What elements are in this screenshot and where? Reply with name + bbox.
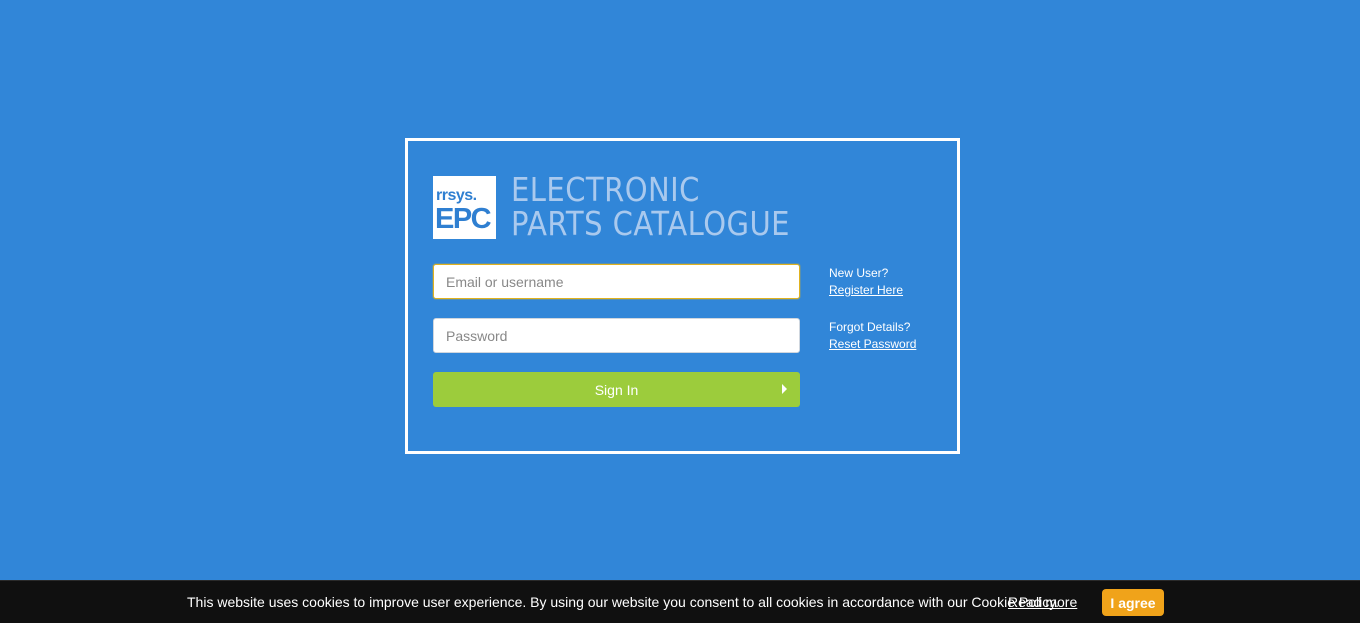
logo-big-text: EPC	[435, 202, 492, 235]
brand-title-line1: ELECTRONIC	[511, 170, 700, 209]
logo-small-text: rrsys.	[436, 186, 477, 204]
new-user-block: New User? Register Here	[829, 265, 903, 299]
forgot-details-label: Forgot Details?	[829, 320, 911, 334]
forgot-details-block: Forgot Details? Reset Password	[829, 319, 916, 353]
agree-button[interactable]: I agree	[1102, 589, 1164, 616]
password-input[interactable]	[433, 318, 800, 353]
read-more-link[interactable]: Read more	[1008, 594, 1077, 610]
cookie-message: This website uses cookies to improve use…	[187, 594, 1060, 610]
epc-logo: rrsys. EPC	[433, 175, 496, 239]
brand-header: rrsys. EPC ELECTRONIC PARTS CATALOGUE	[433, 173, 828, 241]
cookie-banner: This website uses cookies to improve use…	[0, 580, 1360, 623]
brand-title: ELECTRONIC PARTS CATALOGUE	[511, 173, 790, 241]
sign-in-label: Sign In	[594, 381, 639, 398]
brand-title-line2: PARTS CATALOGUE	[511, 204, 790, 243]
login-panel: rrsys. EPC ELECTRONIC PARTS CATALOGUE Si…	[405, 138, 960, 454]
caret-right-icon	[782, 384, 787, 394]
email-input[interactable]	[433, 264, 800, 299]
sign-in-button[interactable]: Sign In	[433, 372, 800, 407]
reset-password-link[interactable]: Reset Password	[829, 336, 916, 353]
new-user-label: New User?	[829, 266, 889, 280]
register-link[interactable]: Register Here	[829, 282, 903, 299]
